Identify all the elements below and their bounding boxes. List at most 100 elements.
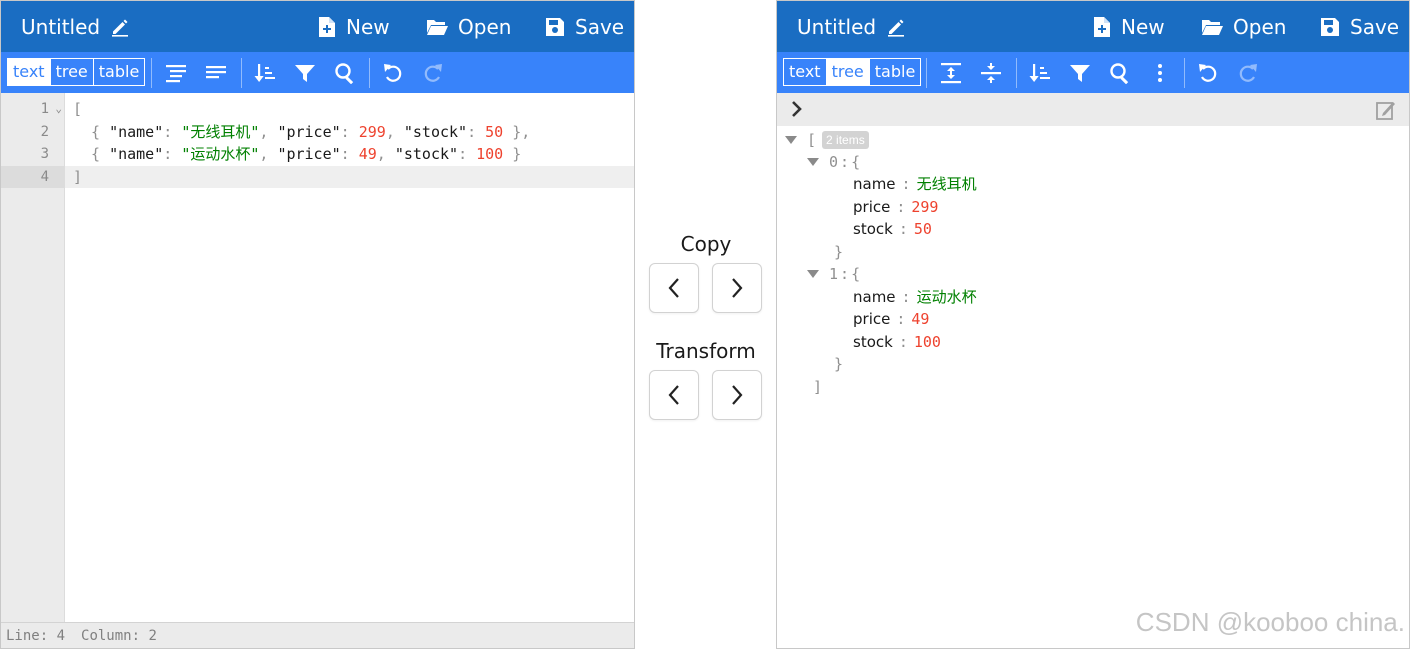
left-editor-panel: Untitled New Open Save text tree table 1… [0, 0, 635, 649]
code-line: [ [73, 100, 83, 118]
right-new-label: New [1121, 14, 1165, 39]
format-icon[interactable] [162, 59, 190, 87]
collapse-triangle-icon[interactable] [807, 158, 819, 166]
field-key[interactable]: stock [853, 218, 893, 240]
filter-icon[interactable] [1066, 59, 1094, 87]
field-key[interactable]: price [853, 308, 890, 330]
toolbar-divider [926, 58, 927, 88]
field-key[interactable]: price [853, 196, 890, 218]
code-line: ] [65, 166, 634, 188]
save-icon [1321, 17, 1339, 36]
tree-field-row: price:299 [853, 196, 939, 218]
left-new-button[interactable]: New [318, 1, 390, 52]
status-bar: Line: 4 Column: 2 [1, 622, 634, 648]
right-document-title[interactable]: Untitled [797, 1, 906, 52]
line-number: 3 [40, 146, 49, 162]
left-toolbar: text tree table [1, 52, 634, 93]
pencil-icon[interactable] [110, 17, 130, 37]
right-mode-tree[interactable]: tree [826, 59, 870, 85]
sort-icon[interactable] [1026, 59, 1054, 87]
tree-field-row: name: 运动水杯 [853, 286, 977, 308]
tree-item-row: 0:{ [807, 151, 860, 173]
left-mode-tree[interactable]: tree [51, 59, 94, 85]
compact-icon[interactable] [202, 59, 230, 87]
right-editor-panel: Untitled New Open Save text tree table [… [776, 0, 1410, 649]
left-mode-table[interactable]: table [94, 59, 145, 85]
right-save-label: Save [1350, 14, 1400, 39]
field-value[interactable]: 100 [914, 331, 941, 353]
field-key[interactable]: stock [853, 331, 893, 353]
field-value[interactable]: 无线耳机 [917, 173, 977, 195]
left-save-button[interactable]: Save [545, 1, 624, 52]
left-document-title[interactable]: Untitled [21, 1, 130, 52]
tree-field-row: name: 无线耳机 [853, 173, 977, 195]
undo-icon[interactable] [1194, 59, 1222, 87]
tree-close-row: } [834, 355, 844, 373]
tree-item-row: 1:{ [807, 263, 860, 285]
right-mode-text[interactable]: text [784, 59, 827, 85]
right-open-button[interactable]: Open [1201, 1, 1286, 52]
more-options-icon[interactable] [1146, 59, 1174, 87]
search-icon[interactable] [331, 59, 359, 87]
array-index: 0 [829, 153, 839, 171]
code-line: { "name": "无线耳机", "price": 299, "stock":… [91, 123, 531, 141]
save-icon [546, 17, 564, 36]
sort-icon[interactable] [251, 59, 279, 87]
right-toolbar: text tree table [777, 52, 1409, 93]
line-number: 2 [40, 124, 49, 140]
copy-right-button[interactable] [712, 263, 762, 313]
expand-all-icon[interactable] [937, 59, 965, 87]
field-key[interactable]: name [853, 173, 896, 195]
json-code-editor[interactable]: [ { "name": "无线耳机", "price": 299, "stock… [65, 93, 634, 622]
undo-icon[interactable] [379, 59, 407, 87]
left-new-label: New [346, 14, 390, 39]
field-value[interactable]: 299 [911, 196, 938, 218]
copy-label: Copy [680, 232, 732, 256]
right-mode-table[interactable]: table [870, 59, 921, 85]
left-save-label: Save [575, 14, 625, 39]
tree-close-row: } [834, 243, 844, 261]
redo-icon[interactable] [419, 59, 447, 87]
edit-icon[interactable] [1375, 99, 1397, 121]
line-number: 1 ⌄ [1, 98, 65, 120]
line-number-gutter: 1 ⌄ 2 3 4 [1, 93, 65, 622]
left-mode-switch: text tree table [7, 58, 146, 86]
chevron-right-icon[interactable] [787, 99, 807, 119]
fold-arrow-icon[interactable]: ⌄ [55, 98, 62, 120]
field-key[interactable]: name [853, 286, 896, 308]
left-menu-bar: Untitled New Open Save [1, 1, 634, 52]
tree-field-row: stock:100 [853, 331, 941, 353]
collapse-triangle-icon[interactable] [807, 270, 819, 278]
field-value[interactable]: 49 [911, 308, 929, 330]
right-new-button[interactable]: New [1093, 1, 1165, 52]
collapse-triangle-icon[interactable] [785, 136, 797, 144]
folder-open-icon [427, 19, 448, 35]
navigation-bar [777, 93, 1409, 126]
field-value[interactable]: 运动水杯 [917, 286, 977, 308]
chevron-right-icon [732, 278, 743, 298]
toolbar-divider [1184, 58, 1185, 88]
right-save-button[interactable]: Save [1320, 1, 1399, 52]
cursor-column: Column: 2 [81, 628, 157, 644]
filter-icon[interactable] [291, 59, 319, 87]
tree-root-close-row: ] [813, 378, 823, 396]
right-title-text: Untitled [797, 14, 877, 39]
left-open-button[interactable]: Open [426, 1, 511, 52]
chevron-left-icon [668, 278, 679, 298]
left-title-text: Untitled [21, 14, 101, 39]
redo-icon[interactable] [1234, 59, 1262, 87]
collapse-all-icon[interactable] [977, 59, 1005, 87]
right-open-label: Open [1233, 14, 1287, 39]
transform-left-button[interactable] [649, 370, 699, 420]
pencil-icon[interactable] [886, 17, 906, 37]
left-mode-text[interactable]: text [8, 59, 51, 85]
new-file-icon [1094, 16, 1110, 37]
line-number: 4 [1, 166, 65, 188]
watermark: CSDN @kooboo china. [1135, 607, 1405, 637]
toolbar-divider [1016, 58, 1017, 88]
left-open-label: Open [458, 14, 512, 39]
field-value[interactable]: 50 [914, 218, 932, 240]
copy-left-button[interactable] [649, 263, 699, 313]
search-icon[interactable] [1106, 59, 1134, 87]
transform-right-button[interactable] [712, 370, 762, 420]
